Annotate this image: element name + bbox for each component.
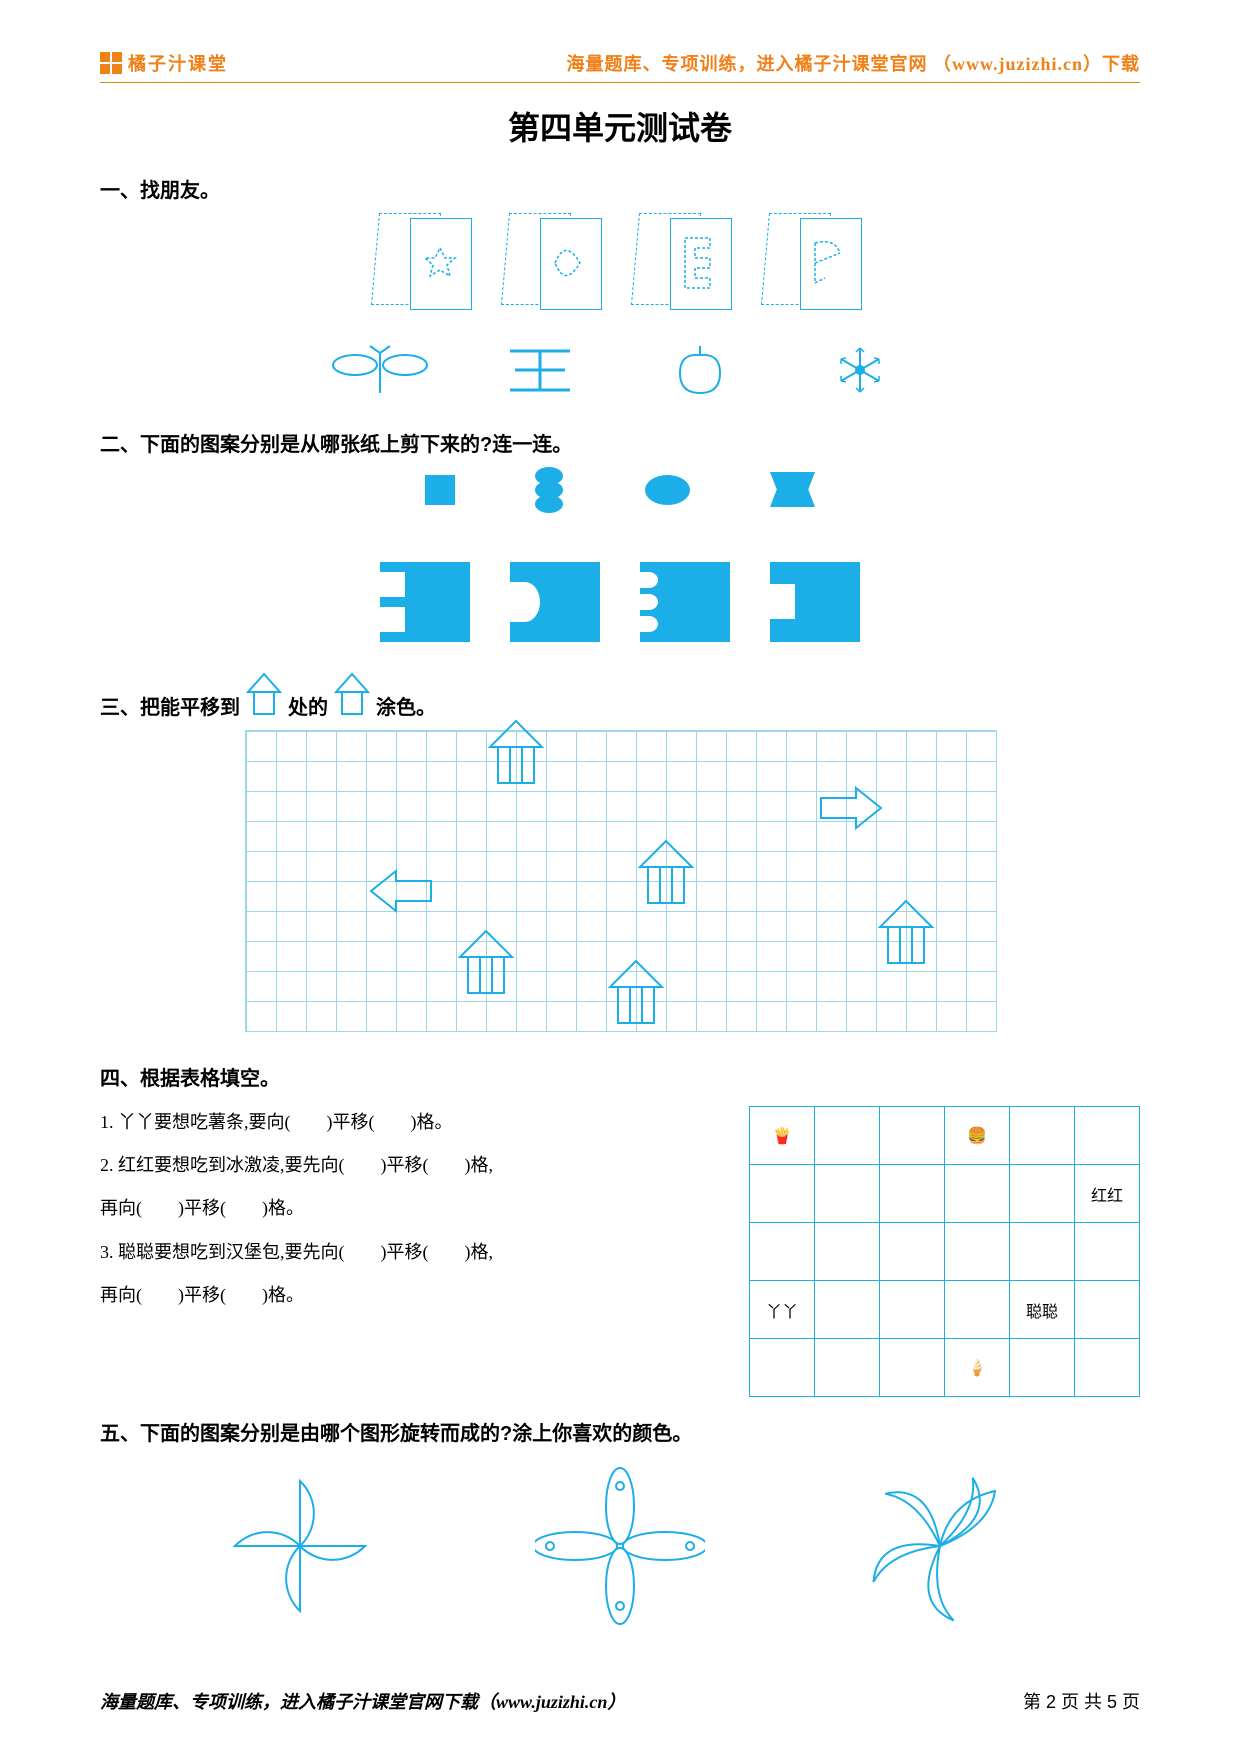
wang-char-icon [490,343,590,403]
s4-q2: 2. 红红要想吃到冰激凌,要先向( )平移( )格, [100,1144,729,1187]
paper-cut-1 [380,562,470,642]
s4-q1: 1. 丫丫要想吃薯条,要向( )平移( )格。 [100,1101,729,1144]
section1-head: 一、找朋友。 [100,174,1140,203]
page-footer: 海量题库、专项训练，进入橘子汁课堂官网下载（www.juzizhi.cn） 第 … [100,1688,1140,1714]
section2-head: 二、下面的图案分别是从哪张纸上剪下来的?连一连。 [100,428,1140,457]
grid-house-3 [456,929,516,1001]
header-tagline: 海量题库、专项训练，进入橘子汁课堂官网 （www.juzizhi.cn）下载 [567,50,1141,76]
cell-yaya: 丫丫 [750,1281,815,1339]
s3-text-pre: 三、把能平移到 [100,691,240,720]
s4-questions: 1. 丫丫要想吃薯条,要向( )平移( )格。 2. 红红要想吃到冰激凌,要先向… [100,1101,729,1317]
grid-arrow-right [816,783,886,833]
grid-house-2 [636,839,696,911]
s1-folded-row [100,213,1140,313]
fold-card-3 [635,213,735,313]
page-title: 第四单元测试卷 [100,103,1140,149]
house-target-icon [244,672,284,720]
grid-arrow-left [366,866,436,916]
section5-head: 五、下面的图案分别是由哪个图形旋转而成的?涂上你喜欢的颜色。 [100,1417,1140,1446]
pinwheel-icon [215,1466,385,1626]
grid-house-5 [876,899,936,971]
cell-burger: 🍔 [945,1107,1010,1165]
shape-bowtie [770,472,815,507]
s3-text-mid: 处的 [288,691,328,720]
s1-unfolded-row [100,343,1140,403]
fold-card-4 [765,213,865,313]
translation-grid [245,730,997,1032]
paper-cut-2 [510,562,600,642]
logo-icon [100,52,122,74]
s2-shapes-row [100,467,1140,512]
brand-logo: 橘子汁课堂 [100,50,228,76]
house-source-icon [332,672,372,720]
shape-square [425,475,455,505]
dragonfly-icon [330,343,430,403]
section3-head: 三、把能平移到 处的 涂色。 [100,672,1140,720]
paper-cut-3 [640,562,730,642]
cell-icecream: 🍦 [945,1339,1010,1397]
cell-fries: 🍟 [750,1107,815,1165]
cell-honghong: 红红 [1075,1165,1140,1223]
petal-cross-icon [535,1466,705,1626]
s4-q3b: 再向( )平移( )格。 [100,1274,729,1317]
s4-q3: 3. 聪聪要想吃到汉堡包,要先向( )平移( )格, [100,1231,729,1274]
s4-q2b: 再向( )平移( )格。 [100,1187,729,1230]
fold-card-2 [505,213,605,313]
swirl-flower-icon [855,1466,1025,1626]
section4-head: 四、根据表格填空。 [100,1062,1140,1091]
paper-cut-4 [770,562,860,642]
cell-congcong: 聪聪 [1010,1281,1075,1339]
s3-grid-container [245,730,995,1032]
s4-table: 🍟 🍔 红红 丫丫 聪聪 🍦 [749,1106,1140,1397]
shape-stacked-circles [535,467,565,512]
snowflake-icon [810,343,910,403]
grid-house-1 [486,719,546,791]
fold-card-1 [375,213,475,313]
s5-patterns [140,1466,1100,1626]
apple-icon [650,343,750,403]
brand-name: 橘子汁课堂 [128,50,228,76]
s3-text-post: 涂色。 [376,691,436,720]
footer-left: 海量题库、专项训练，进入橘子汁课堂官网下载（www.juzizhi.cn） [100,1688,625,1714]
s2-papers-row [100,562,1140,642]
footer-pagenum: 第 2 页 共 5 页 [1023,1688,1140,1714]
page-header: 橘子汁课堂 海量题库、专项训练，进入橘子汁课堂官网 （www.juzizhi.c… [100,50,1140,83]
shape-ellipse [645,475,690,505]
grid-house-4 [606,959,666,1031]
